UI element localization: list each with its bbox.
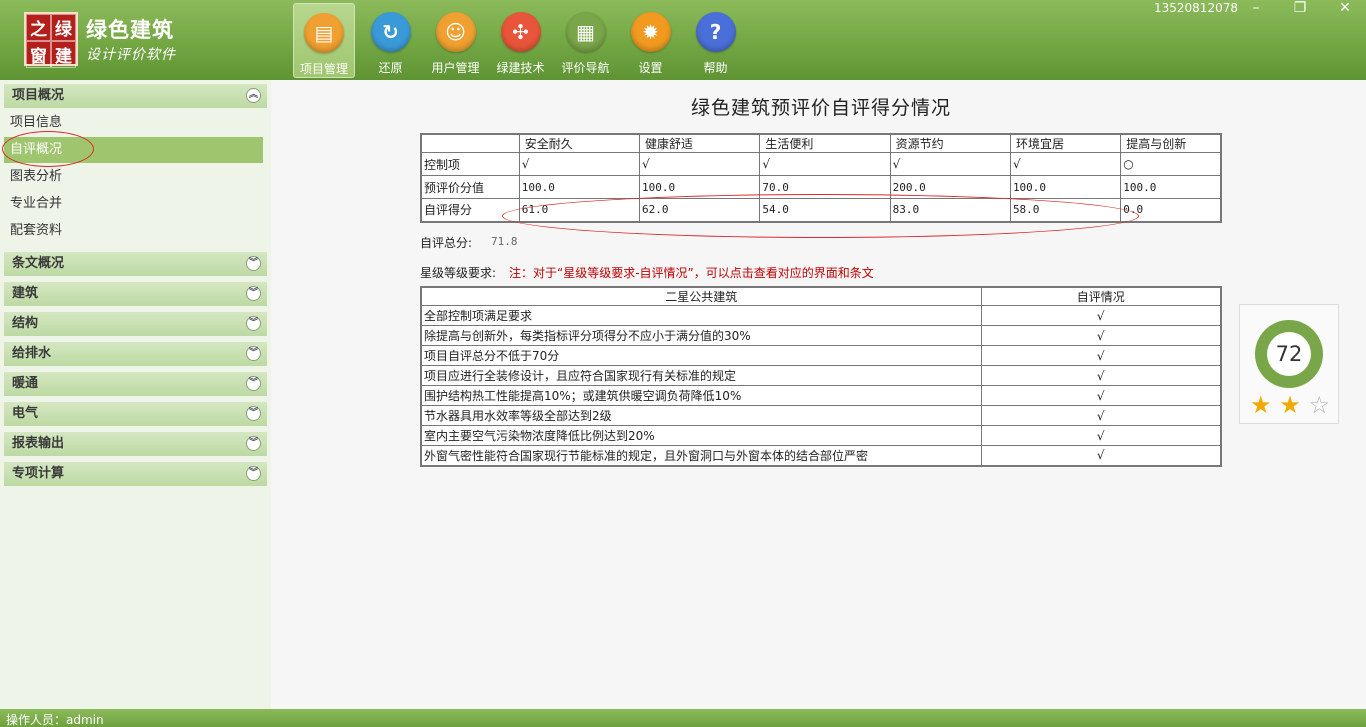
requirement-row[interactable]: 围护结构热工性能提高10%；或建筑供暖空调负荷降低10% √	[420, 385, 1222, 406]
star-filled-icon: ★	[1279, 391, 1301, 419]
collapse-icon[interactable]: ︽	[246, 88, 261, 103]
operator-label: 操作人员：admin	[6, 713, 104, 727]
score-cell: 100.0	[518, 175, 641, 199]
app-subtitle: 设计评价软件	[86, 47, 176, 63]
expand-icon[interactable]: ︾	[246, 346, 261, 361]
toolbar-button-book[interactable]: ▦ 评价导航	[553, 3, 618, 78]
sidebar-section-clauses[interactable]: 条文概况 ︾	[4, 252, 267, 276]
toolbar-button-folder[interactable]: ▤ 项目管理	[293, 3, 355, 78]
score-cell[interactable]: ○	[1120, 152, 1222, 176]
page-title: 绿色建筑预评价自评得分情况	[690, 97, 951, 119]
requirement-row[interactable]: 项目应进行全装修设计，且应符合国家现行有关标准的规定 √	[420, 365, 1222, 386]
requirement-table: 二星公共建筑 自评情况 全部控制项满足要求 √ 除提高与创新外，每类指标评分项得…	[420, 286, 1222, 467]
toolbar-label: 帮助	[703, 61, 728, 75]
main-toolbar: ▤ 项目管理 ↻ 还原 ☺ 用户管理 ✣ 绿建技术 ▦ 评价导航 ✹ 设置? 帮助	[293, 3, 748, 79]
annotation-oval	[502, 194, 1139, 238]
sidebar-item-materials[interactable]: 配套资料	[4, 218, 263, 244]
requirement-table-header: 二星公共建筑 自评情况	[420, 286, 1222, 306]
status-bar: 操作人员：admin	[0, 709, 1366, 727]
restore-button[interactable]: ❐	[1288, 0, 1312, 18]
sidebar-item-chart-analysis[interactable]: 图表分析	[4, 164, 263, 190]
sidebar-section-architecture[interactable]: 建筑 ︾	[4, 282, 267, 306]
refresh-icon: ↻	[370, 12, 411, 52]
requirement-row[interactable]: 外窗气密性能符合国家现行节能标准的规定，且外窗洞口与外窗本体的结合部位严密 √	[420, 445, 1222, 466]
sidebar-section-plumbing[interactable]: 给排水 ︾	[4, 342, 267, 366]
sidebar-item-merge[interactable]: 专业合并	[4, 191, 263, 217]
app-title: 绿色建筑	[86, 18, 174, 42]
close-button[interactable]: ✕	[1333, 0, 1357, 18]
app-logo: 之 绿 窗 建 绿色建筑 设计评价软件	[24, 12, 184, 68]
toolbar-label: 用户管理	[431, 61, 480, 75]
user-phone: 13520812078	[1154, 1, 1238, 15]
expand-icon[interactable]: ︾	[246, 436, 261, 451]
sidebar-section-electrical[interactable]: 电气 ︾	[4, 402, 267, 426]
toolbar-button-refresh[interactable]: ↻ 还原	[358, 3, 423, 78]
toolbar-label: 还原	[378, 61, 403, 75]
main-content: 绿色建筑预评价自评得分情况 安全耐久 健康舒适 生活便利 资源节约 环境宜居 提…	[271, 80, 1366, 709]
folder-icon: ▤	[304, 13, 344, 53]
gear-icon: ✹	[630, 12, 671, 52]
score-cell[interactable]: √	[639, 152, 761, 176]
expand-icon[interactable]: ︾	[246, 466, 261, 481]
toolbar-label: 设置	[638, 61, 663, 75]
toolbar-label: 绿建技术	[496, 61, 545, 75]
requirement-row[interactable]: 室内主要空气污染物浓度降低比例达到20% √	[420, 425, 1222, 446]
sidebar-section-project-overview[interactable]: 项目概况 ︽	[4, 84, 267, 108]
score-cell: 100.0	[1009, 175, 1122, 199]
toolbar-button-help[interactable]: ? 帮助	[683, 3, 748, 78]
score-badge: 72 ★ ★ ☆	[1239, 304, 1339, 424]
expand-icon[interactable]: ︾	[246, 406, 261, 421]
total-score-value: 71.8	[491, 235, 518, 248]
toolbar-label: 项目管理	[299, 62, 348, 76]
logo-seal: 之 绿 窗 建	[24, 12, 78, 68]
minimize-button[interactable]: –	[1244, 0, 1268, 18]
total-score-label: 自评总分:	[420, 236, 473, 250]
sidebar-section-hvac[interactable]: 暖通 ︾	[4, 372, 267, 396]
requirement-row[interactable]: 全部控制项满足要求 √	[420, 305, 1222, 326]
score-cell: 100.0	[1120, 175, 1222, 199]
requirement-row[interactable]: 项目自评总分不低于70分 √	[420, 345, 1222, 366]
score-table-header: 安全耐久 健康舒适 生活便利 资源节约 环境宜居 提高与创新	[420, 133, 1222, 153]
toolbar-button-users[interactable]: ☺ 用户管理	[423, 3, 488, 78]
toolbar-button-network[interactable]: ✣ 绿建技术	[488, 3, 553, 78]
badge-score: 72	[1275, 342, 1303, 366]
score-cell[interactable]: √	[759, 152, 891, 176]
sidebar-section-structure[interactable]: 结构 ︾	[4, 312, 267, 336]
app-header: 之 绿 窗 建 绿色建筑 设计评价软件 ▤ 项目管理 ↻ 还原 ☺ 用户管理 ✣ 绿建技术 ▦ 评…	[0, 0, 1366, 80]
star-rating: ★ ★ ☆	[1250, 393, 1330, 417]
toolbar-label: 评价导航	[561, 61, 610, 75]
sidebar-section-special-calc[interactable]: 专项计算 ︾	[4, 462, 267, 486]
score-cell[interactable]: √	[518, 152, 641, 176]
score-cell[interactable]: √	[889, 152, 1011, 176]
toolbar-button-gear[interactable]: ✹ 设置	[618, 3, 683, 78]
star-empty-icon: ☆	[1308, 391, 1330, 419]
score-row-control: 控制项 √ √ √ √ √ ○	[420, 152, 1222, 176]
expand-icon[interactable]: ︾	[246, 316, 261, 331]
help-icon: ?	[695, 12, 736, 52]
expand-icon[interactable]: ︾	[246, 286, 261, 301]
requirement-note: 注：对于“星级等级要求-自评情况”，可以点击查看对应的界面和条文	[509, 266, 874, 280]
book-icon: ▦	[565, 12, 606, 52]
sidebar-section-report-output[interactable]: 报表输出 ︾	[4, 432, 267, 456]
expand-icon[interactable]: ︾	[246, 376, 261, 391]
requirement-label: 星级等级要求:	[420, 266, 497, 280]
score-cell[interactable]: √	[1009, 152, 1122, 176]
sidebar: 项目概况 ︽ 项目信息 自评概况 图表分析 专业合并 配套资料 条文概况 ︾ 建…	[0, 80, 271, 709]
requirement-row[interactable]: 节水器具用水效率等级全部达到2级 √	[420, 405, 1222, 426]
requirement-row[interactable]: 除提高与创新外，每类指标评分项得分不应小于满分值的30% √	[420, 325, 1222, 346]
network-icon: ✣	[500, 12, 541, 52]
star-filled-icon: ★	[1250, 391, 1272, 419]
annotation-ring	[2, 131, 94, 167]
users-icon: ☺	[435, 12, 476, 52]
expand-icon[interactable]: ︾	[246, 256, 261, 271]
